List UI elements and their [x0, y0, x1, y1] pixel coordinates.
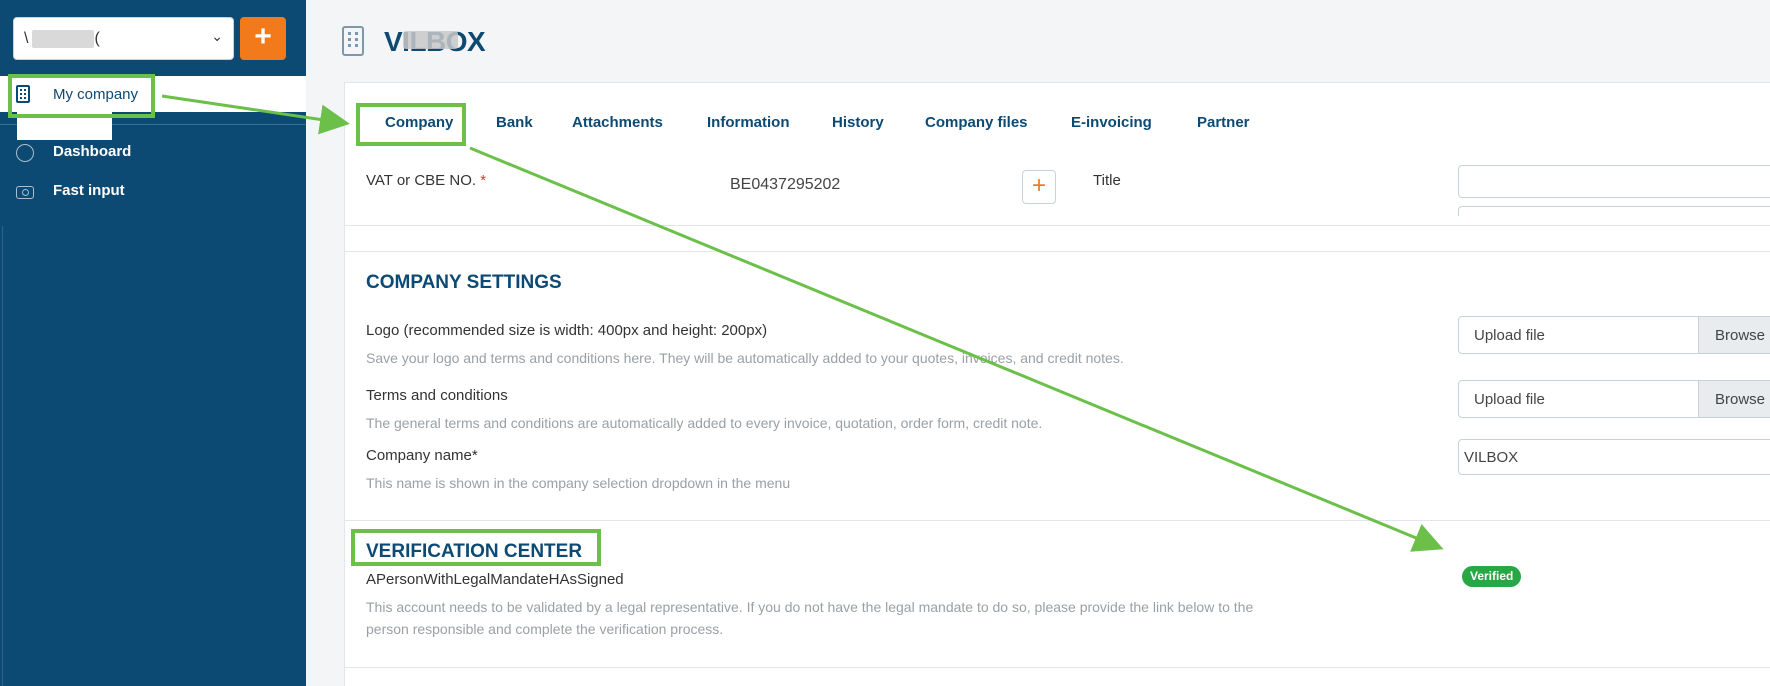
divider [344, 667, 1770, 668]
verification-item-label: APersonWithLegalMandateHAsSigned [366, 571, 624, 588]
chevron-down-icon: ⌄ [211, 28, 223, 44]
vat-label: VAT or CBE NO. * [366, 172, 486, 189]
company-select-suffix: ( [94, 29, 100, 47]
redacted-text [403, 31, 458, 49]
verification-help-line2: person responsible and complete the veri… [366, 621, 724, 637]
browse-button[interactable]: Browse [1698, 317, 1770, 353]
upload-placeholder: Upload file [1474, 327, 1545, 344]
title-label: Title [1093, 172, 1121, 189]
add-company-button[interactable]: + [240, 17, 286, 60]
tab-partner[interactable]: Partner [1197, 114, 1250, 131]
vat-label-text: VAT or CBE NO. [366, 172, 477, 189]
highlight-my-company [8, 74, 155, 118]
title-input[interactable] [1458, 165, 1770, 198]
divider [344, 225, 1770, 226]
building-icon [342, 26, 364, 56]
company-select-prefix: \ [24, 29, 29, 47]
sidebar-item-fast-input[interactable]: Fast input [0, 177, 306, 205]
divider [344, 251, 1770, 252]
terms-help: The general terms and conditions are aut… [366, 415, 1043, 431]
gauge-icon [16, 144, 34, 162]
tab-company-files[interactable]: Company files [925, 114, 1028, 131]
terms-upload-field[interactable]: Upload file Browse [1458, 380, 1770, 418]
sidebar-item-label: Dashboard [53, 143, 132, 160]
company-name-help: This name is shown in the company select… [366, 475, 791, 491]
tab-attachments[interactable]: Attachments [572, 114, 663, 131]
sidebar-item-label: Fast input [53, 182, 125, 199]
logo-help: Save your logo and terms and conditions … [366, 350, 1124, 366]
logo-upload-field[interactable]: Upload file Browse [1458, 316, 1770, 354]
sidebar-border [2, 226, 3, 686]
divider [344, 520, 1770, 521]
redacted-text [32, 29, 95, 48]
title-input-secondary[interactable] [1458, 206, 1770, 216]
add-vat-button[interactable]: + [1022, 170, 1056, 204]
sidebar-item-dashboard[interactable]: Dashboard [0, 138, 306, 166]
company-name-label: Company name* [366, 447, 478, 464]
vat-value: BE0437295202 [730, 176, 841, 193]
terms-label: Terms and conditions [366, 387, 508, 404]
verified-badge: Verified [1462, 566, 1522, 587]
upload-placeholder: Upload file [1474, 391, 1545, 408]
browse-button[interactable]: Browse [1698, 381, 1770, 417]
required-mark: * [480, 172, 487, 189]
tab-information[interactable]: Information [707, 114, 790, 131]
camera-icon [16, 186, 34, 199]
tab-e-invoicing[interactable]: E-invoicing [1071, 114, 1152, 131]
tab-bank[interactable]: Bank [496, 114, 533, 131]
verification-help-line1: This account needs to be validated by a … [366, 599, 1254, 615]
company-name-input[interactable]: VILBOX [1458, 439, 1770, 475]
highlight-company-tab [356, 103, 466, 146]
tab-history[interactable]: History [832, 114, 884, 131]
logo-label: Logo (recommended size is width: 400px a… [366, 322, 768, 339]
company-select[interactable]: \ ( ⌄ [13, 17, 234, 60]
highlight-verification-center [351, 529, 601, 566]
company-settings-title: COMPANY SETTINGS [366, 272, 562, 293]
